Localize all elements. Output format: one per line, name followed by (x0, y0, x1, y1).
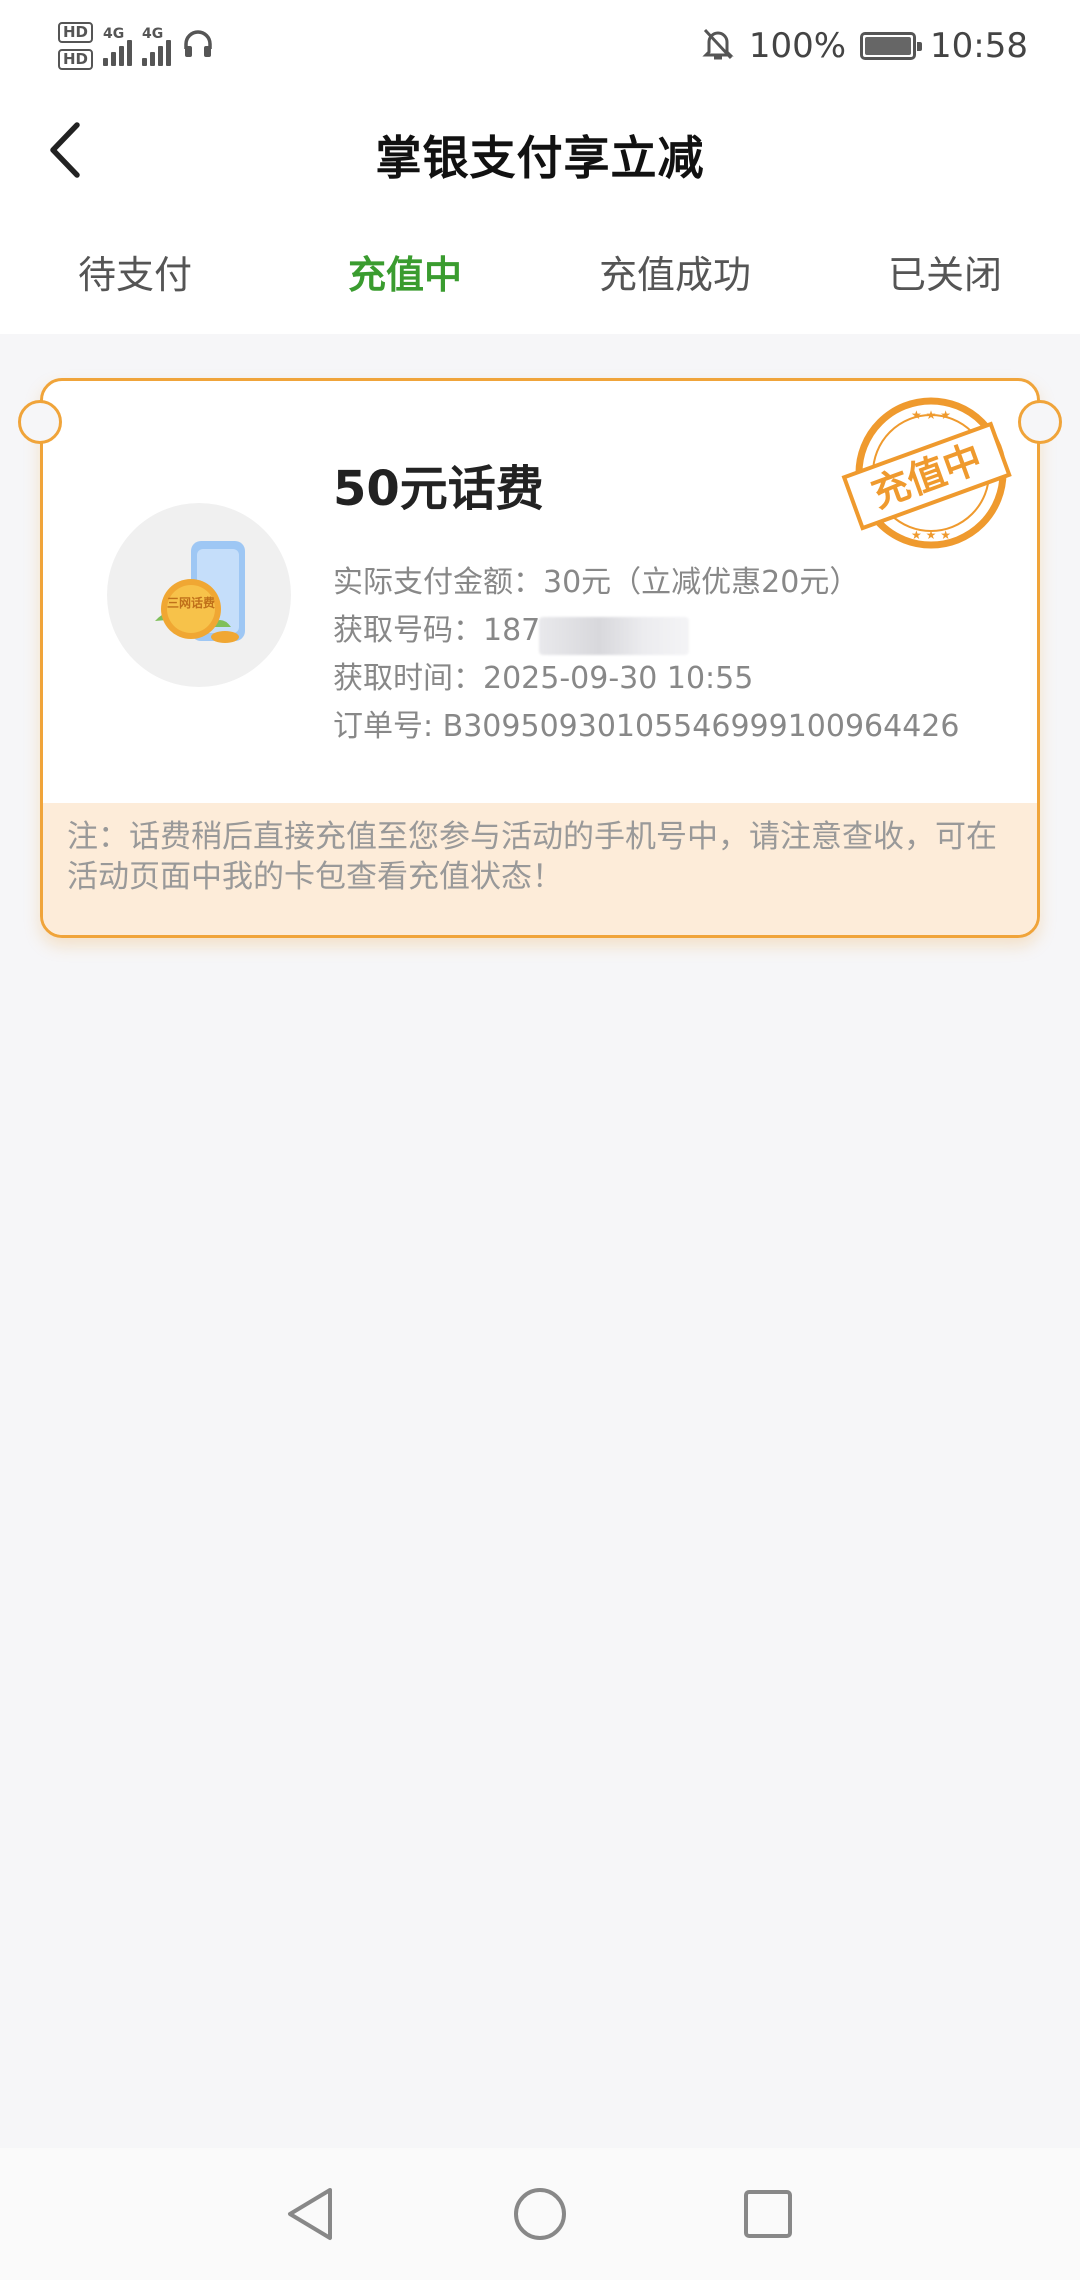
note-text: 注：话费稍后直接充值至您参与活动的手机号中，请注意查收，可在活动页面中我的卡包查… (67, 819, 997, 895)
card-notch-left (18, 400, 62, 444)
nav-recents-button[interactable] (738, 2184, 798, 2244)
phone-number: 获取号码：187 (333, 613, 541, 648)
recharging-stamp: 充值中 ★ ★ ★ ★ ★ ★ (841, 397, 1012, 549)
network-1-label: 4G (103, 26, 125, 42)
tab-closed[interactable]: 已关闭 (810, 244, 1080, 299)
signal-2-icon: 4G (142, 26, 172, 66)
status-right: 100% 10:58 (701, 18, 1028, 74)
sim-indicators: HD HD (58, 22, 94, 70)
card-notch-right (1018, 400, 1062, 444)
clock: 10:58 (930, 26, 1028, 66)
header: 掌银支付享立减 (0, 92, 1080, 214)
order-title: 50元话费 (333, 461, 544, 517)
tab-bar: 待支付 充值中 充值成功 已关闭 (0, 214, 1080, 334)
order-number: 订单号: B30950930105546999100964426 (333, 709, 960, 744)
status-left: HD HD 4G 4G (58, 14, 215, 78)
status-bar: HD HD 4G 4G 100% 10:58 (0, 0, 1080, 92)
product-icon: 三网话费 (107, 503, 291, 687)
svg-text:★ ★ ★: ★ ★ ★ (911, 408, 951, 422)
tab-pending-payment[interactable]: 待支付 (0, 244, 270, 299)
order-card[interactable]: 三网话费 50元话费 实际支付金额：30元（立减优惠20元） 获取号码：187 … (40, 378, 1040, 938)
tab-recharge-success[interactable]: 充值成功 (540, 244, 810, 299)
note-area: 注：话费稍后直接充值至您参与活动的手机号中，请注意查收，可在活动页面中我的卡包查… (43, 803, 1037, 935)
sim1-hd-badge: HD (58, 22, 94, 43)
paid-amount: 实际支付金额：30元（立减优惠20元） (333, 565, 860, 600)
headphones-icon (181, 27, 215, 65)
battery-icon (860, 32, 923, 60)
home-circle-icon (514, 2188, 566, 2240)
product-icon-label: 三网话费 (167, 595, 215, 610)
sim2-hd-badge: HD (58, 49, 94, 70)
masked-phone-blur (539, 617, 689, 655)
tab-recharging[interactable]: 充值中 (270, 244, 540, 299)
nav-back-button[interactable] (280, 2184, 340, 2244)
nav-home-button[interactable] (510, 2184, 570, 2244)
battery-percent: 100% (748, 26, 847, 66)
system-nav-bar (0, 2148, 1080, 2280)
obtain-time: 获取时间：2025-09-30 10:55 (333, 661, 754, 696)
silent-bell-icon (701, 26, 735, 66)
recents-square-icon (744, 2190, 792, 2238)
network-2-label: 4G (142, 26, 164, 42)
back-triangle-icon (288, 2188, 332, 2240)
signal-1-icon: 4G (103, 26, 133, 66)
page-title: 掌银支付享立减 (375, 131, 705, 185)
svg-text:★ ★ ★: ★ ★ ★ (911, 528, 951, 542)
